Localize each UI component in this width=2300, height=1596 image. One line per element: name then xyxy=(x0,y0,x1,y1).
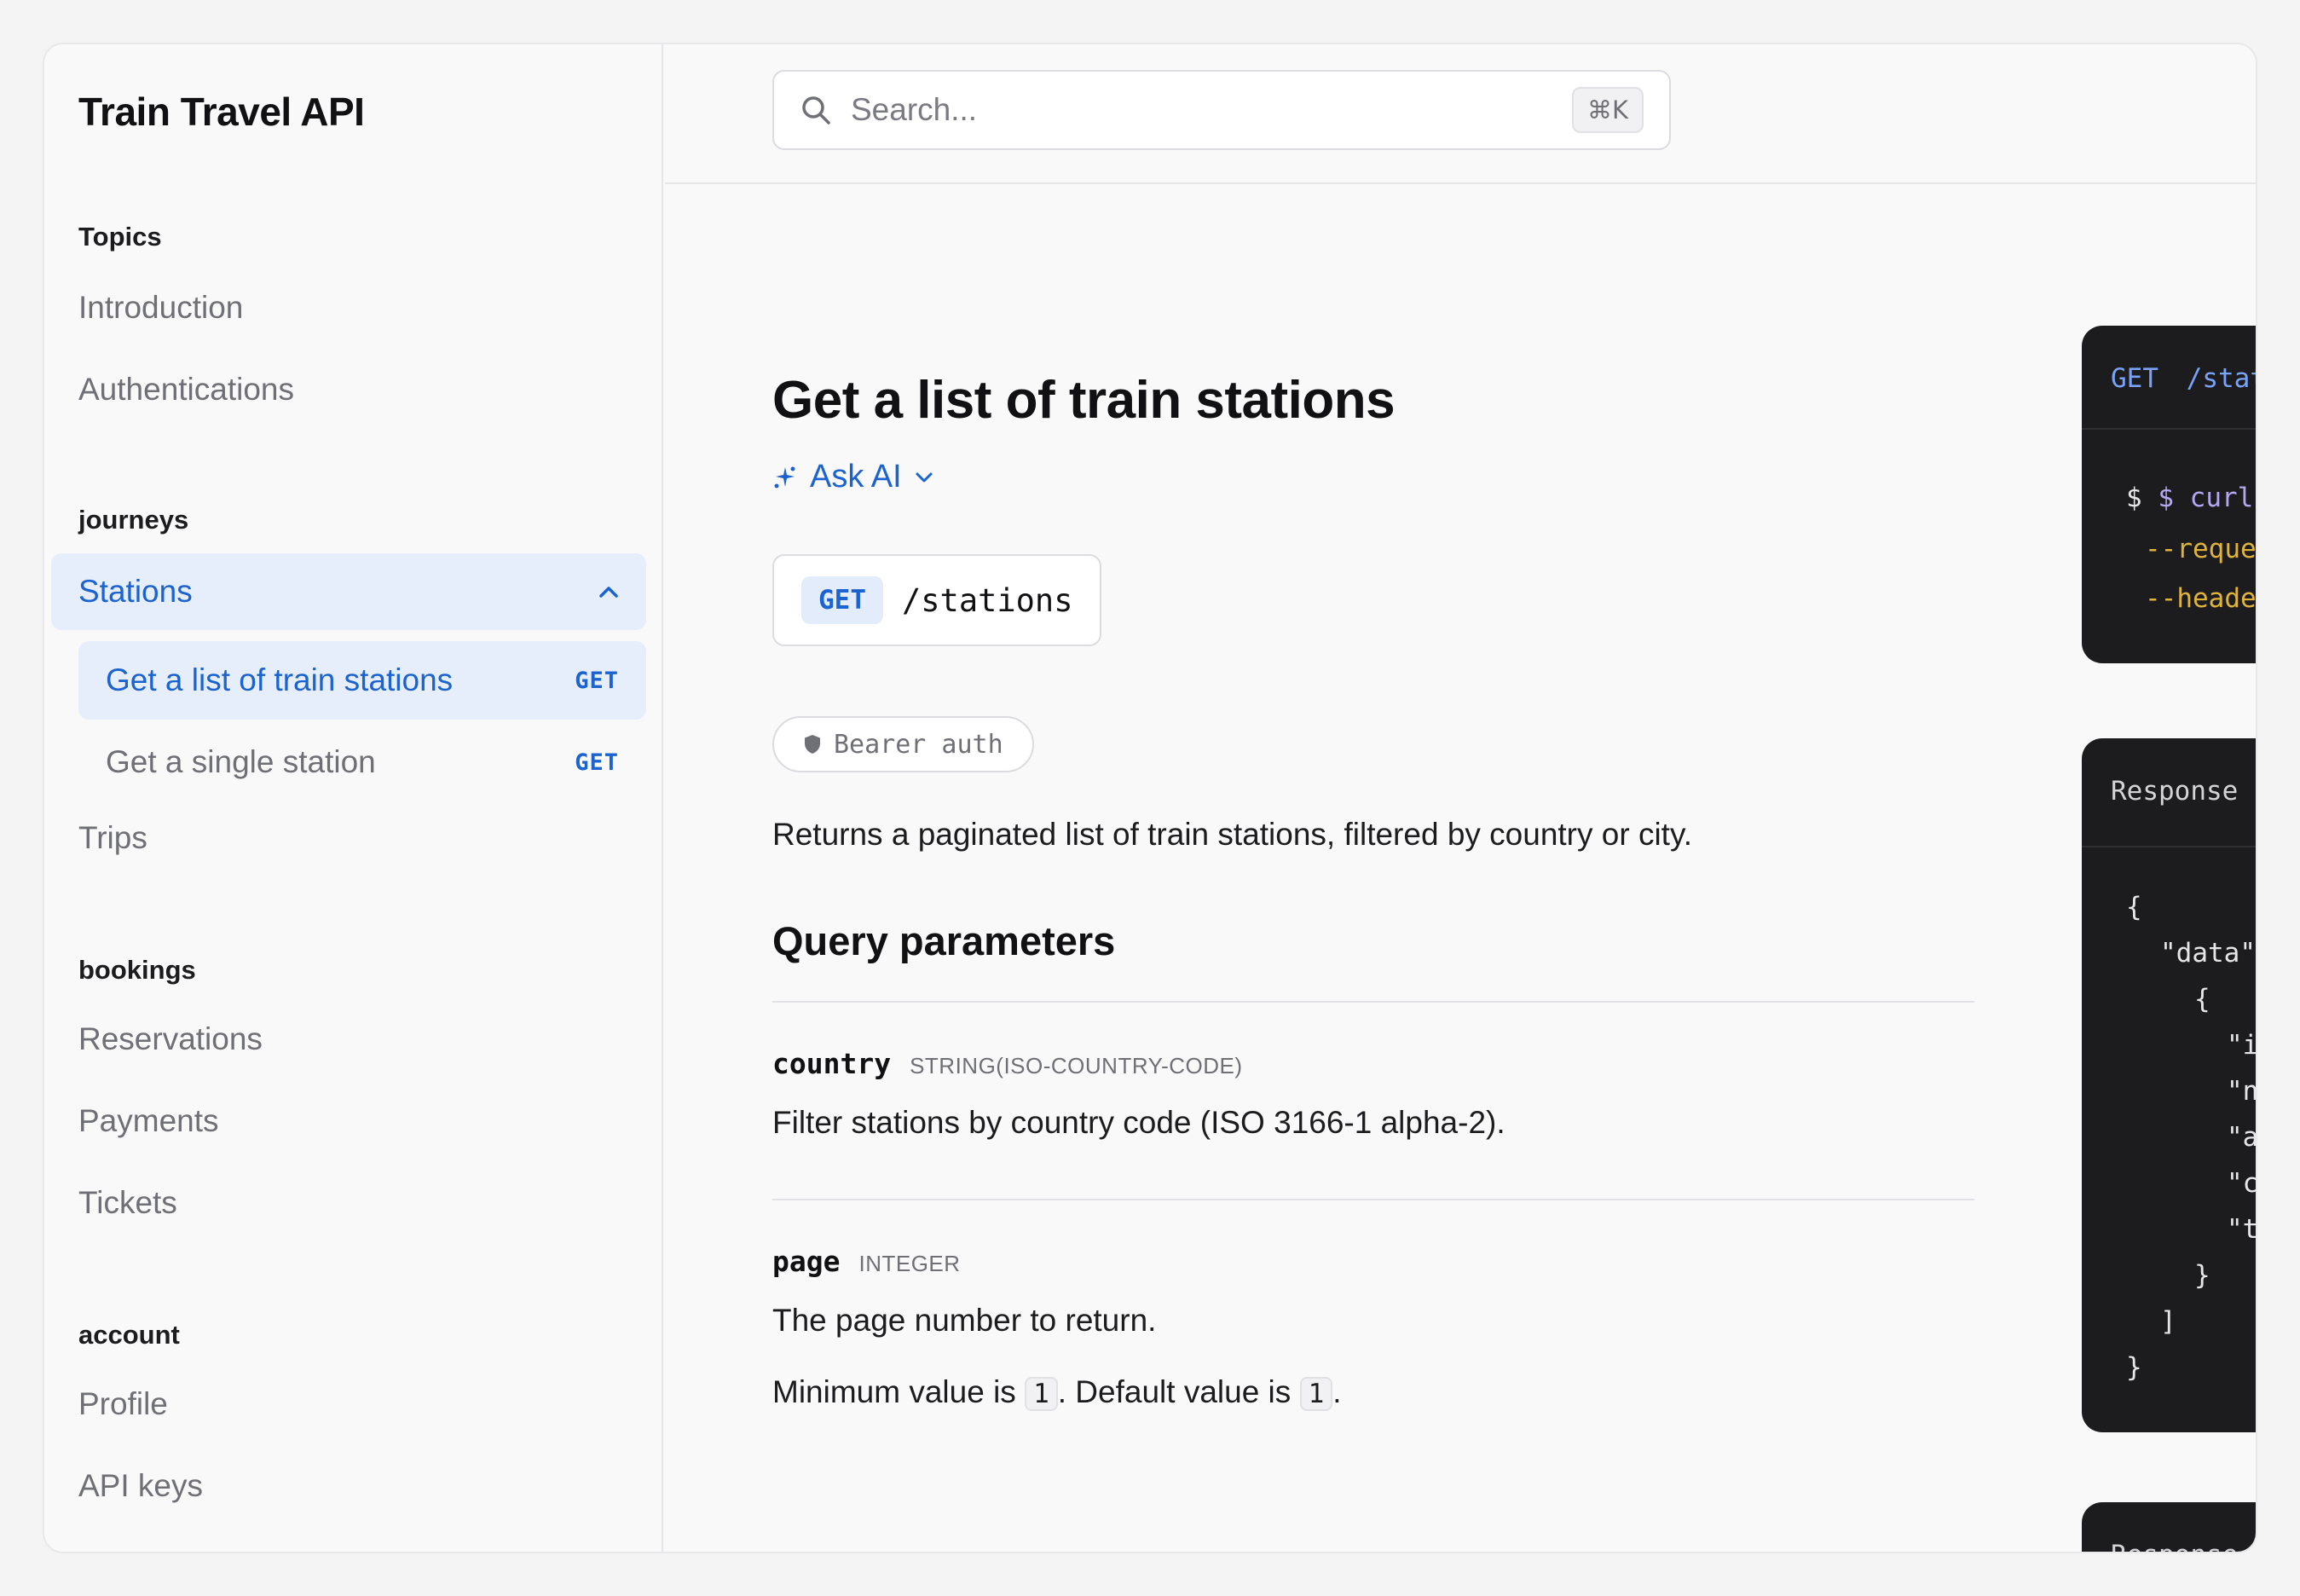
request-method: GET xyxy=(2111,363,2158,394)
code-line: { xyxy=(2194,984,2210,1015)
search-input[interactable]: Search... ⌘K xyxy=(772,70,1671,150)
code-line: "i xyxy=(2227,1030,2257,1061)
sidebar-item-label: Get a list of train stations xyxy=(106,662,454,697)
section-title-account: account xyxy=(78,1320,180,1350)
sidebar-item-trips[interactable]: Trips xyxy=(78,820,147,856)
chevron-up-icon[interactable] xyxy=(598,585,619,598)
endpoint-box: GET /stations xyxy=(772,554,1102,646)
method-badge: GET xyxy=(575,667,619,694)
divider xyxy=(2082,846,2256,847)
param-country: country STRING(ISO-COUNTRY-CODE) xyxy=(772,1047,1243,1080)
param-page: page INTEGER xyxy=(772,1245,961,1278)
divider xyxy=(772,1001,1974,1003)
constraint-text: Minimum value is xyxy=(772,1374,1026,1409)
param-type: STRING(ISO-COUNTRY-CODE) xyxy=(910,1053,1243,1078)
query-parameters-heading: Query parameters xyxy=(772,918,1116,963)
code-line: } xyxy=(2126,1352,2142,1383)
code-line: } xyxy=(2194,1260,2210,1291)
endpoint-path: /stations xyxy=(902,581,1073,619)
sidebar-item-tickets[interactable]: Tickets xyxy=(78,1185,177,1221)
constraint-text: . xyxy=(1332,1374,1342,1409)
sidebar-item-api-keys[interactable]: API keys xyxy=(78,1468,203,1504)
response-title: Response xyxy=(2111,776,2239,807)
top-bar: Search... ⌘K xyxy=(665,44,2256,184)
code-line: "n xyxy=(2227,1076,2257,1107)
code-line: "c xyxy=(2227,1168,2257,1199)
param-type: INTEGER xyxy=(858,1251,961,1276)
default-value: 1 xyxy=(1299,1377,1333,1411)
sidebar-group-stations[interactable]: Stations xyxy=(51,553,646,630)
section-title-journeys: journeys xyxy=(78,505,189,535)
sidebar-item-profile[interactable]: Profile xyxy=(78,1386,168,1422)
param-name: country xyxy=(772,1047,892,1080)
code-line: { xyxy=(2126,892,2142,922)
auth-label: Bearer auth xyxy=(834,729,1003,760)
request-code-panel: GET /stat $ $ curl \ --reque --heade xyxy=(2082,326,2257,663)
http-method-badge: GET xyxy=(801,576,883,624)
auth-badge[interactable]: Bearer auth xyxy=(772,716,1034,772)
response-title: Response xyxy=(2111,1540,2238,1552)
code-line: $ $ curl \ xyxy=(2126,483,2256,513)
code-line: --heade xyxy=(2145,583,2257,614)
shield-icon xyxy=(805,735,820,754)
sidebar: Train Travel API Topics Introduction Aut… xyxy=(44,44,663,1552)
code-line: ] xyxy=(2160,1306,2176,1337)
param-name: page xyxy=(772,1245,841,1278)
sidebar-item-list-stations[interactable]: Get a list of train stations GET xyxy=(78,641,646,720)
response-code-panel-2: Response xyxy=(2082,1502,2256,1552)
page-title: Get a list of train stations xyxy=(772,371,1396,430)
section-title-bookings: bookings xyxy=(78,955,196,985)
divider xyxy=(772,1199,1974,1200)
ask-ai-button[interactable]: Ask AI xyxy=(772,459,934,495)
section-title-topics: Topics xyxy=(78,222,162,252)
sidebar-item-payments[interactable]: Payments xyxy=(78,1103,219,1139)
divider xyxy=(2082,428,2256,430)
keyboard-shortcut-badge: ⌘K xyxy=(1571,87,1644,133)
endpoint-description: Returns a paginated list of train statio… xyxy=(772,817,1692,852)
request-path: /stat xyxy=(2186,363,2256,394)
sidebar-item-authentications[interactable]: Authentications xyxy=(78,372,294,408)
param-description: The page number to return. xyxy=(772,1303,1157,1338)
app-window: Train Travel API Topics Introduction Aut… xyxy=(43,43,2257,1553)
param-description: Filter stations by country code (ISO 316… xyxy=(772,1105,1505,1140)
code-line: "t xyxy=(2227,1214,2257,1245)
ask-ai-label: Ask AI xyxy=(810,459,902,494)
brand-title[interactable]: Train Travel API xyxy=(78,89,365,135)
method-badge: GET xyxy=(575,749,619,776)
sidebar-item-introduction[interactable]: Introduction xyxy=(78,290,243,326)
code-line: --reque xyxy=(2145,534,2257,564)
sparkle-icon xyxy=(774,466,795,488)
sidebar-group-label: Stations xyxy=(78,574,193,609)
code-token: $ curl \ xyxy=(2158,483,2256,513)
min-value: 1 xyxy=(1025,1377,1058,1411)
request-header: GET /stat xyxy=(2111,363,2256,394)
search-placeholder: Search... xyxy=(851,92,978,127)
sidebar-item-single-station[interactable]: Get a single station GET xyxy=(78,723,646,801)
response-code-panel: Response { "data" { "i "n "a "c "t } ] } xyxy=(2082,738,2257,1432)
sidebar-item-label: Get a single station xyxy=(106,744,376,779)
constraint-text: . Default value is xyxy=(1057,1374,1300,1409)
code-line: "data" xyxy=(2160,938,2256,969)
search-icon xyxy=(802,96,830,124)
code-line: "a xyxy=(2227,1122,2257,1153)
param-constraints: Minimum value is 1. Default value is 1. xyxy=(772,1374,1342,1411)
chevron-down-icon xyxy=(916,472,933,482)
sidebar-item-reservations[interactable]: Reservations xyxy=(78,1021,263,1057)
